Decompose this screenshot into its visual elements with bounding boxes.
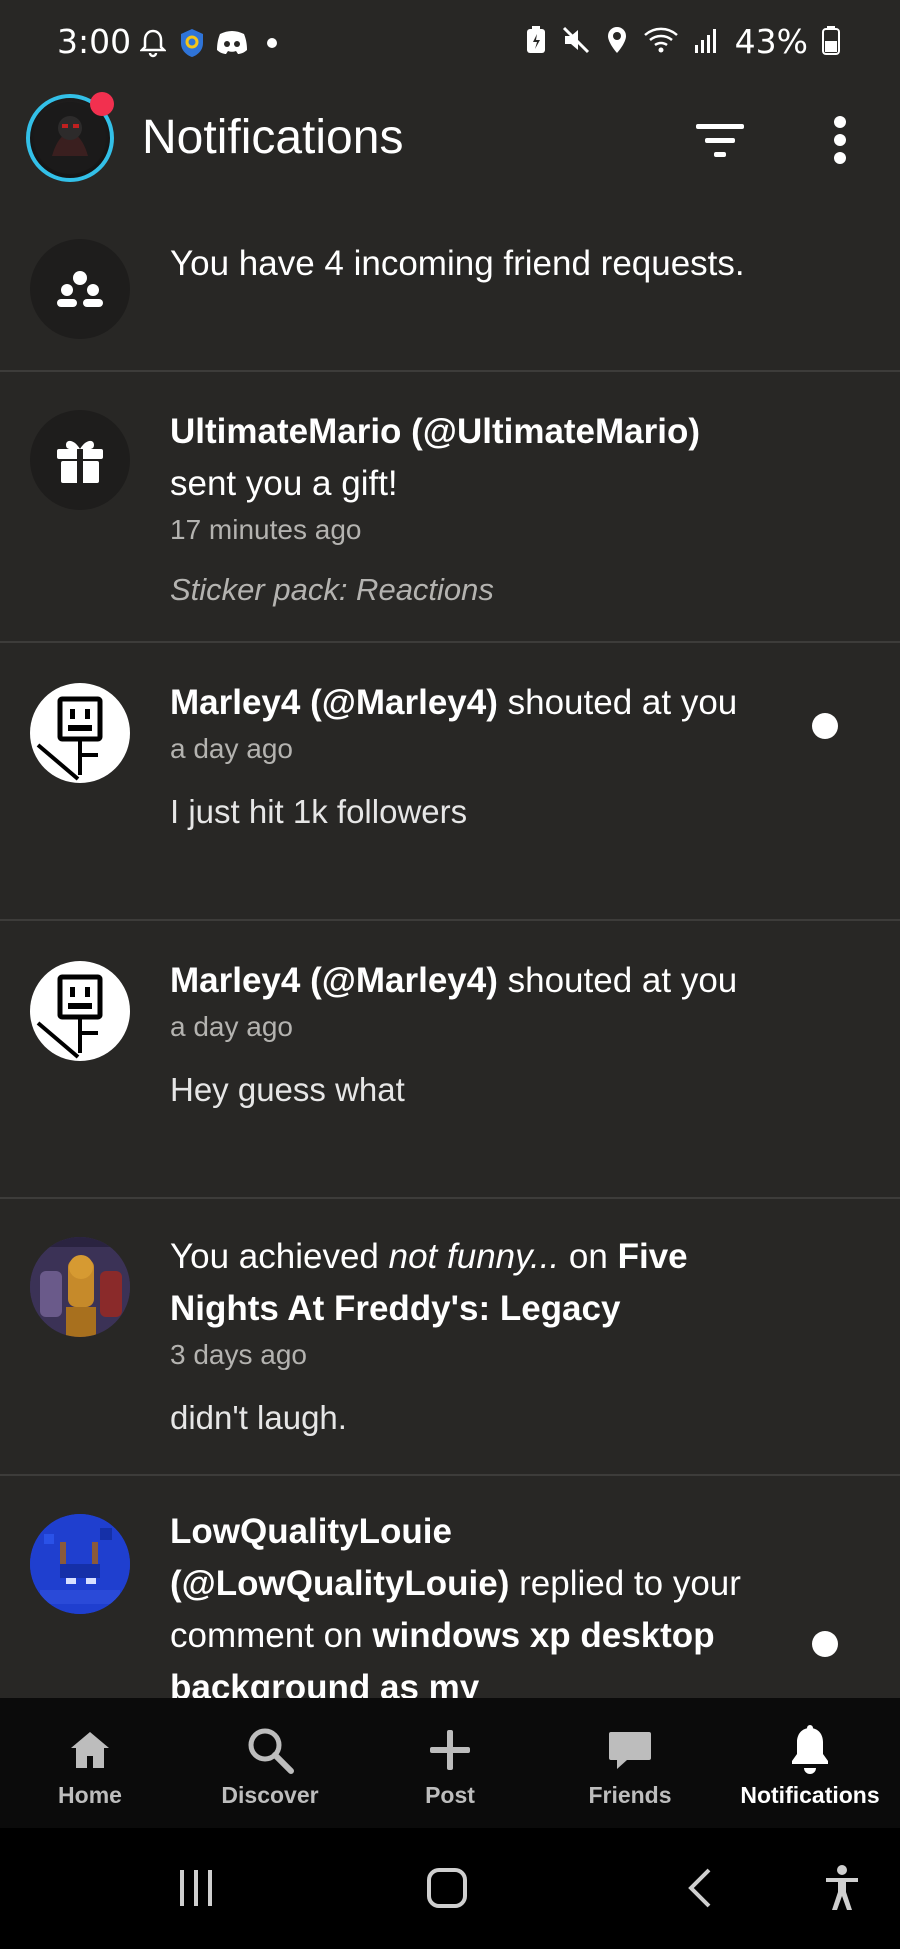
- achievement-name: not funny...: [388, 1237, 560, 1276]
- back-chevron-icon: [688, 1868, 711, 1908]
- notification-detail: didn't laugh.: [170, 1399, 347, 1436]
- more-options-button[interactable]: [820, 110, 860, 170]
- recent-apps-button[interactable]: [166, 1858, 226, 1918]
- sender-name[interactable]: LowQualityLouie (@LowQualityLouie): [170, 1512, 509, 1603]
- unread-indicator: [812, 713, 838, 739]
- wifi-icon: [643, 25, 679, 59]
- notification-item[interactable]: You have 4 incoming friend requests.: [0, 196, 900, 372]
- sender-name[interactable]: Marley4 (@Marley4): [170, 961, 498, 1000]
- nav-label: Discover: [221, 1782, 319, 1808]
- page-title: Notifications: [142, 111, 404, 164]
- gift-icon: [30, 410, 130, 510]
- status-time: 3:00: [57, 22, 132, 61]
- nav-label: Friends: [588, 1782, 672, 1808]
- signal-icon: [693, 25, 721, 59]
- filter-icon: [696, 124, 744, 157]
- home-icon: [68, 1722, 112, 1778]
- timestamp: 3 days ago: [170, 1339, 307, 1370]
- notification-item[interactable]: Marley4 (@Marley4) shouted at you a day …: [0, 921, 900, 1199]
- achievement-prefix: You achieved: [170, 1237, 389, 1276]
- nav-label: Home: [58, 1782, 122, 1808]
- bottom-navigation: Home Discover Post Friends Notifications: [0, 1698, 900, 1828]
- notification-item[interactable]: You achieved not funny... on Five Nights…: [0, 1199, 900, 1476]
- notification-text: You have 4 incoming friend requests.: [170, 244, 745, 283]
- notification-list[interactable]: You have 4 incoming friend requests. Ult…: [0, 196, 900, 1698]
- battery-icon: [822, 25, 840, 59]
- notification-item[interactable]: UltimateMario (@UltimateMario) sent you a…: [0, 372, 900, 643]
- nav-post[interactable]: Post: [360, 1698, 540, 1828]
- notification-action: shouted at you: [507, 683, 738, 722]
- nav-discover[interactable]: Discover: [180, 1698, 360, 1828]
- vpn-icon: [178, 26, 206, 60]
- user-avatar[interactable]: [30, 683, 130, 783]
- mute-icon: [561, 25, 591, 59]
- nav-friends[interactable]: Friends: [540, 1698, 720, 1828]
- nav-home[interactable]: Home: [0, 1698, 180, 1828]
- timestamp: a day ago: [170, 1011, 293, 1042]
- notification-item[interactable]: LowQualityLouie (@LowQualityLouie) repli…: [0, 1476, 900, 1698]
- nav-notifications[interactable]: Notifications: [720, 1698, 900, 1828]
- achievement-mid: on: [559, 1237, 618, 1276]
- recents-icon: [180, 1870, 212, 1906]
- more-vertical-icon: [834, 116, 846, 164]
- bell-icon: [788, 1722, 832, 1778]
- accessibility-icon: [826, 1865, 858, 1910]
- chat-icon: [607, 1722, 653, 1778]
- nav-label: Notifications: [740, 1782, 880, 1808]
- bell-icon: [140, 26, 166, 60]
- user-avatar[interactable]: [30, 961, 130, 1061]
- plus-icon: [428, 1722, 472, 1778]
- app-header: Notifications: [0, 86, 900, 196]
- sender-name[interactable]: Marley4 (@Marley4): [170, 683, 498, 722]
- home-square-icon: [427, 1868, 467, 1908]
- search-icon: [245, 1722, 295, 1778]
- filter-button[interactable]: [694, 116, 746, 164]
- nav-label: Post: [425, 1782, 475, 1808]
- notification-action: sent you a gift!: [170, 464, 398, 503]
- location-icon: [605, 25, 629, 59]
- user-avatar[interactable]: [30, 1514, 130, 1614]
- notification-badge: [90, 92, 114, 116]
- unread-indicator: [812, 1631, 838, 1657]
- battery-percent: 43%: [734, 22, 808, 61]
- people-icon: [30, 239, 130, 339]
- notification-item[interactable]: Marley4 (@Marley4) shouted at you a day …: [0, 643, 900, 921]
- notification-detail: Hey guess what: [170, 1071, 405, 1108]
- timestamp: 17 minutes ago: [170, 514, 362, 545]
- discord-icon: [216, 26, 248, 60]
- home-button[interactable]: [417, 1858, 477, 1918]
- notification-detail: I just hit 1k followers: [170, 793, 468, 830]
- sender-name[interactable]: UltimateMario (@UltimateMario): [170, 412, 700, 451]
- back-button[interactable]: [670, 1858, 730, 1918]
- dot-icon: [266, 26, 278, 60]
- system-navigation-bar: [0, 1828, 900, 1949]
- game-avatar[interactable]: [30, 1237, 130, 1337]
- accessibility-button[interactable]: [812, 1858, 872, 1918]
- timestamp: a day ago: [170, 733, 293, 764]
- status-bar: 3:00 43%: [0, 0, 900, 86]
- notification-action: shouted at you: [507, 961, 738, 1000]
- notification-detail: Sticker pack: Reactions: [170, 572, 494, 607]
- battery-saver-icon: [525, 25, 547, 59]
